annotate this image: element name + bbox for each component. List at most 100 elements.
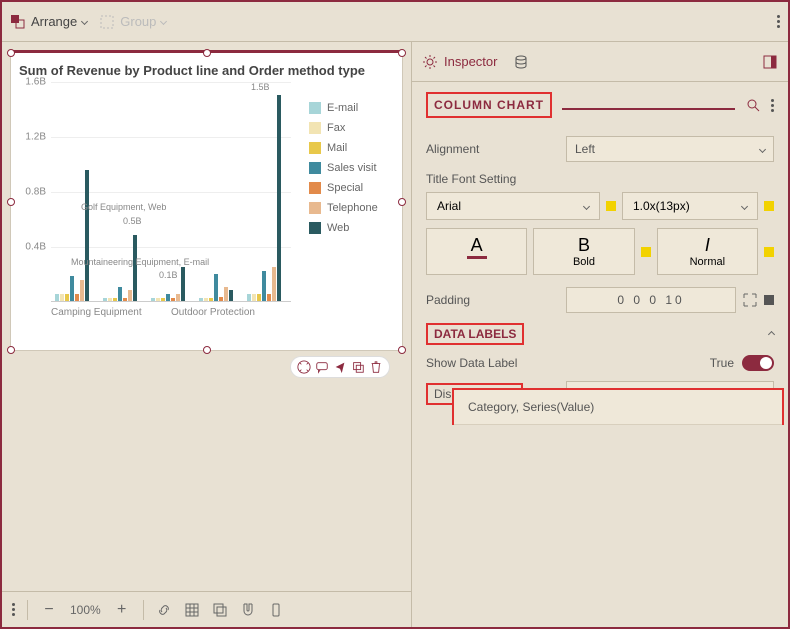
resize-handle[interactable] — [398, 49, 406, 57]
font-family-select[interactable]: Arial — [426, 192, 600, 220]
color-swatch[interactable] — [606, 201, 616, 211]
arrange-button[interactable]: Arrange — [10, 14, 87, 30]
layers-icon[interactable] — [212, 602, 228, 618]
bar — [181, 267, 185, 301]
color-swatch[interactable] — [764, 247, 774, 257]
more-icon[interactable] — [12, 603, 15, 616]
data-label: 0.5B — [123, 216, 142, 226]
data-labels-section[interactable]: DATA LABELS — [426, 323, 524, 345]
resize-handle[interactable] — [203, 49, 211, 57]
bar — [224, 287, 228, 301]
padding-input[interactable]: 0 0 0 10 — [566, 287, 736, 313]
resize-handle[interactable] — [7, 346, 15, 354]
legend-swatch — [309, 102, 321, 114]
y-tick: 0.8B — [25, 187, 46, 198]
group-button[interactable]: Group — [99, 14, 166, 30]
legend-swatch — [309, 142, 321, 154]
expand-icon[interactable] — [742, 292, 758, 308]
alignment-select[interactable]: Left — [566, 136, 774, 162]
legend-label: Sales visit — [327, 162, 377, 174]
data-label: 1.5B — [251, 82, 270, 92]
zoom-in-button[interactable]: + — [113, 601, 131, 619]
more-icon[interactable] — [771, 99, 774, 112]
bar — [204, 298, 208, 301]
more-icon[interactable] — [777, 15, 780, 28]
title-font-label: Title Font Setting — [426, 172, 774, 186]
y-tick: 1.2B — [25, 132, 46, 143]
bar — [209, 298, 213, 301]
resize-handle[interactable] — [398, 346, 406, 354]
arrange-label: Arrange — [31, 14, 77, 29]
magnet-icon[interactable] — [240, 602, 256, 618]
legend-label: Fax — [327, 122, 345, 134]
show-data-toggle[interactable] — [742, 355, 774, 371]
bar — [176, 294, 180, 301]
bold-button[interactable]: BBold — [533, 228, 634, 275]
resize-handle[interactable] — [7, 198, 15, 206]
display-pattern-dropdown: Category, Series(Value)Category, SeriesV… — [452, 388, 784, 425]
bar — [214, 274, 218, 302]
gear-icon — [422, 54, 438, 70]
legend-swatch — [309, 182, 321, 194]
resize-handle[interactable] — [203, 346, 211, 354]
copy-icon[interactable] — [351, 360, 365, 374]
zoom-out-button[interactable]: − — [40, 601, 58, 619]
bar — [128, 290, 132, 301]
resize-handle[interactable] — [7, 49, 15, 57]
link-icon[interactable] — [156, 602, 172, 618]
chevron-down-icon — [81, 18, 88, 25]
grid-icon[interactable] — [184, 602, 200, 618]
inspector-tab-label: Inspector — [444, 54, 497, 69]
group-label: Group — [120, 14, 156, 29]
data-label: Mountaineering Equipment, E-mail — [71, 257, 209, 267]
color-swatch[interactable] — [764, 201, 774, 211]
share-icon[interactable] — [333, 360, 347, 374]
legend-label: E-mail — [327, 102, 358, 114]
alignment-label: Alignment — [426, 142, 566, 156]
bar — [133, 235, 137, 301]
data-label: Golf Equipment, Web — [81, 202, 166, 212]
legend-label: Special — [327, 182, 363, 194]
expand-icon[interactable] — [297, 360, 311, 374]
chevron-down-icon — [160, 18, 167, 25]
inspector-pane: Inspector COLUMN CHART Alignment Left — [412, 42, 788, 627]
zoom-level: 100% — [70, 603, 101, 617]
panel-toggle-icon[interactable] — [762, 54, 778, 70]
data-label: 0.1B — [159, 270, 178, 280]
bar — [257, 294, 261, 301]
tab-inspector[interactable]: Inspector — [422, 54, 497, 70]
bar — [75, 294, 79, 301]
bar — [267, 294, 271, 301]
color-swatch[interactable] — [764, 295, 774, 305]
delete-icon[interactable] — [369, 360, 383, 374]
legend-item: Sales visit — [309, 162, 378, 174]
bar — [55, 294, 59, 301]
chevron-up-icon[interactable] — [768, 330, 775, 337]
legend-swatch — [309, 202, 321, 214]
chart-widget[interactable]: Sum of Revenue by Product line and Order… — [10, 50, 403, 351]
bar — [247, 294, 251, 301]
legend-item: Special — [309, 182, 378, 194]
comment-icon[interactable] — [315, 360, 329, 374]
bar — [229, 290, 233, 301]
group-icon — [99, 14, 115, 30]
device-icon[interactable] — [268, 602, 284, 618]
legend-swatch — [309, 222, 321, 234]
font-size-select[interactable]: 1.0x(13px) — [622, 192, 758, 220]
dropdown-option[interactable]: Category, Series(Value) — [454, 390, 782, 425]
database-icon[interactable] — [513, 54, 529, 70]
bar — [252, 294, 256, 301]
x-tick: Outdoor Protection — [171, 307, 291, 318]
bar — [156, 298, 160, 301]
legend-item: Web — [309, 222, 378, 234]
bar — [70, 276, 74, 301]
canvas-pane: Sum of Revenue by Product line and Order… — [2, 42, 412, 627]
chart-action-bar — [290, 356, 390, 378]
bar — [60, 294, 64, 301]
font-color-button[interactable]: A — [426, 228, 527, 275]
resize-handle[interactable] — [398, 198, 406, 206]
italic-button[interactable]: INormal — [657, 228, 758, 275]
search-icon[interactable] — [745, 97, 761, 113]
color-swatch[interactable] — [641, 247, 651, 257]
legend-item: Fax — [309, 122, 378, 134]
